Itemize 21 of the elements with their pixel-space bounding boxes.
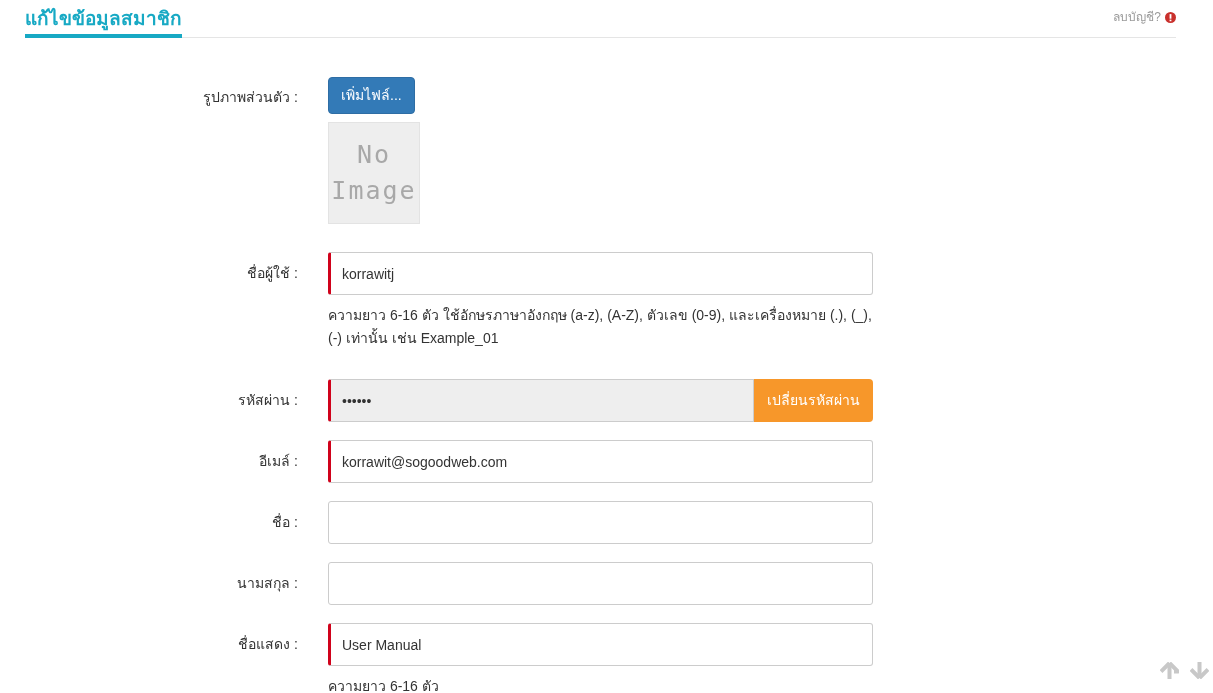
field-label: รหัสผ่าน : — [237, 391, 298, 410]
field-label: รูปภาพส่วนตัว : — [202, 88, 298, 108]
text-input[interactable]: User Manual — [328, 623, 873, 666]
field-label: ชื่อผู้ใช้ : — [246, 263, 298, 284]
placeholder-text: No — [356, 139, 392, 171]
text-input[interactable] — [328, 562, 873, 605]
placeholder-text: Image — [331, 175, 417, 207]
page-title: แก้ไขข้อมูลสมาชิก — [25, 2, 182, 38]
help-text: ความยาว 6-16 ตัว — [328, 677, 440, 693]
add-file-button[interactable]: เพิ่มไฟล์... — [328, 77, 415, 114]
field-label: ชื่อแสดง : — [237, 634, 298, 654]
text-input[interactable] — [328, 501, 873, 544]
field-label: นามสกุล : — [236, 574, 298, 594]
help-text: ความยาว 6-16 ตัว ใช้อักษรภาษาอังกฤษ (a-z), (A-Z), ตัวเลข (0-9), และเครื่องหมาย (.), (_), (-) เท่านั้น เช่น Example_01 — [328, 305, 873, 348]
warning-icon — [1165, 11, 1176, 23]
arrow-down-icon[interactable] — [1190, 662, 1209, 679]
text-input[interactable]: korrawit@sogoodweb.com — [328, 440, 873, 483]
field-label: อีเมล์ : — [258, 452, 298, 471]
text-input[interactable]: korrawitj — [328, 252, 873, 295]
arrow-up-icon[interactable] — [1160, 662, 1179, 679]
field-label: ชื่อ : — [271, 512, 298, 532]
